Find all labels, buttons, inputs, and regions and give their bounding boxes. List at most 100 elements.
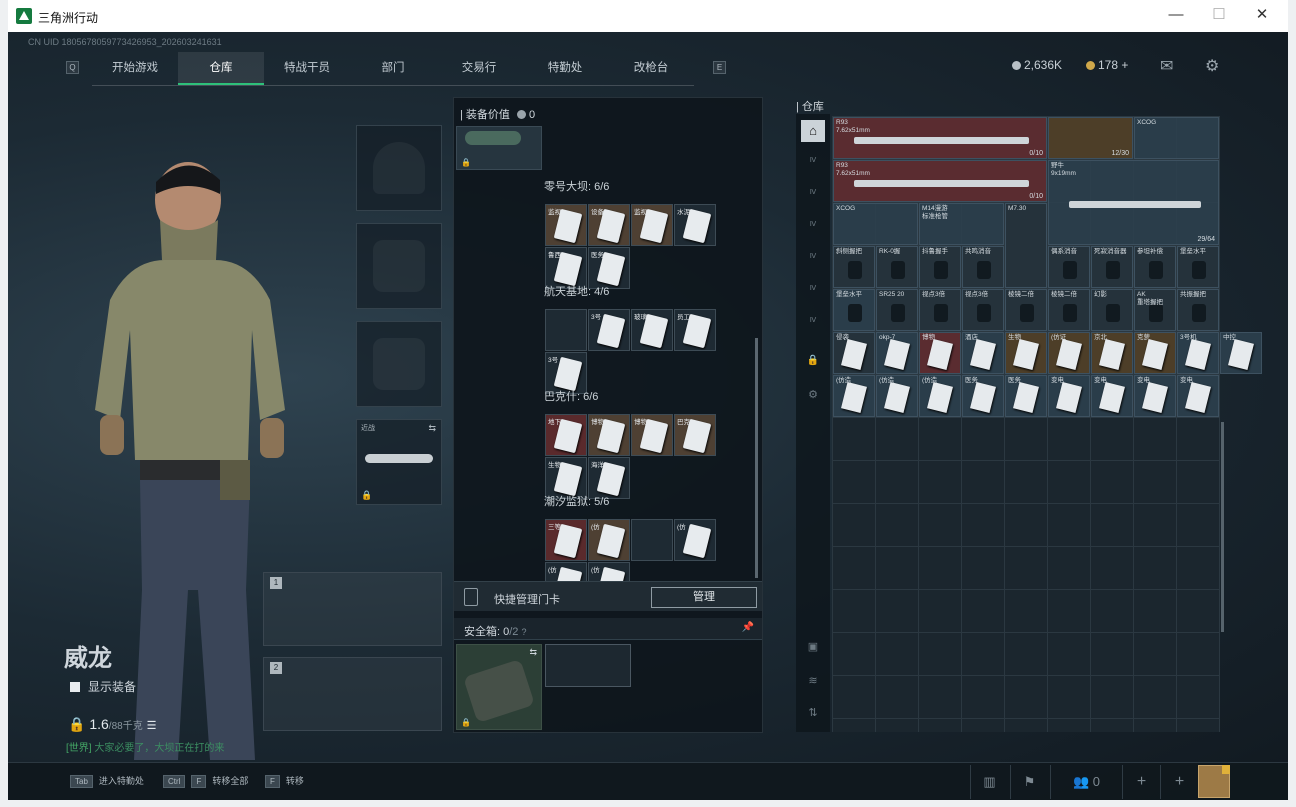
warehouse-item[interactable]: R93 7.62x51mm 0/10 — [833, 160, 1047, 202]
warehouse-item[interactable]: (仿造 — [833, 375, 875, 417]
warehouse-item[interactable]: 堡垒水平 — [1177, 246, 1219, 288]
warehouse-scrollbar[interactable] — [1221, 422, 1224, 632]
safe-box-container[interactable]: ⇆ 🔒 — [456, 644, 542, 730]
melee-slot[interactable]: 近战 ⇆ 🔒 — [356, 419, 442, 505]
warehouse-item[interactable]: 视点3倍 — [962, 289, 1004, 331]
swap-icon[interactable]: ⇆ — [428, 423, 436, 434]
keycard[interactable]: 三等 — [545, 519, 587, 561]
warehouse-item[interactable]: 堡垒水平 — [833, 289, 875, 331]
hint-tab[interactable]: Tab 进入特勤处 — [70, 774, 144, 788]
warehouse-item[interactable]: 克萝 — [1134, 332, 1176, 374]
warehouse-item[interactable]: XCOG — [1134, 117, 1219, 159]
warehouse-item[interactable]: (仿证 — [1048, 332, 1090, 374]
nav-next-key[interactable]: E — [713, 61, 726, 74]
add-party-button-1[interactable]: + — [1122, 765, 1160, 799]
list-icon[interactable]: ☰ — [147, 720, 157, 732]
warehouse-item[interactable]: (仿造 — [876, 375, 918, 417]
keycard[interactable]: 巴克 — [674, 414, 716, 456]
lock-icon[interactable]: 🔒 — [801, 350, 825, 372]
close-button[interactable]: ✕ — [1250, 4, 1274, 28]
chat-line[interactable]: [世界] 大家必要了，大坝正在打的来 — [66, 739, 224, 754]
tab-3[interactable]: 部门 — [350, 52, 436, 85]
gear-icon[interactable]: ⚙ — [1205, 56, 1219, 76]
warehouse-item[interactable]: 共振握把 — [1177, 289, 1219, 331]
keycard[interactable]: 监视 — [631, 204, 673, 246]
token-balance[interactable]: 178 + — [1086, 58, 1128, 72]
gear-icon[interactable]: ⚙ — [801, 384, 825, 406]
warehouse-item[interactable]: 3号机 — [1177, 332, 1219, 374]
keycard[interactable]: 玻璃 — [631, 309, 673, 351]
warehouse-item[interactable]: 博物 — [919, 332, 961, 374]
weapon-slot-2[interactable]: 2 — [263, 657, 442, 731]
warehouse-item[interactable]: AK 重塔握把 — [1134, 289, 1176, 331]
category-4-icon[interactable]: Ⅳ — [801, 246, 825, 268]
category-2-icon[interactable]: Ⅳ — [801, 182, 825, 204]
nav-prev-key[interactable]: Q — [66, 61, 79, 74]
keycard[interactable]: 员工 — [674, 309, 716, 351]
keycard[interactable]: 地下 — [545, 414, 587, 456]
coin-balance[interactable]: 2,636K — [1012, 58, 1062, 72]
warehouse-item[interactable]: 幻影 — [1091, 289, 1133, 331]
armor-slot[interactable] — [356, 223, 442, 309]
category-3-icon[interactable]: Ⅳ — [801, 214, 825, 236]
warehouse-item[interactable]: 抖鲁握手 — [919, 246, 961, 288]
warehouse-item[interactable]: 变电 — [1177, 375, 1219, 417]
add-party-button-2[interactable]: + — [1160, 765, 1198, 799]
keycard-case[interactable]: 🔒 — [456, 126, 542, 170]
manage-button[interactable]: 管理 — [651, 587, 757, 608]
warehouse-item[interactable]: 医务 — [1005, 375, 1047, 417]
warehouse-item[interactable]: 侵袭 — [833, 332, 875, 374]
keycard[interactable]: 监视 — [545, 204, 587, 246]
tab-5[interactable]: 特勤处 — [522, 52, 608, 85]
warehouse-item[interactable]: SR25 20 — [876, 289, 918, 331]
pistol-slot[interactable] — [356, 321, 442, 407]
warehouse-item[interactable]: 偶系消音 — [1048, 246, 1090, 288]
hint-transfer[interactable]: F 转移 — [265, 774, 304, 788]
pin-icon[interactable]: 📌 — [742, 622, 754, 633]
all-items-icon[interactable]: ⌂ — [801, 120, 825, 142]
warehouse-item[interactable]: 生物 — [1005, 332, 1047, 374]
warehouse-item[interactable]: XCOG — [833, 203, 918, 245]
keycard[interactable]: 博物 — [631, 414, 673, 456]
warehouse-item[interactable]: M14漫游 标准枪管 — [919, 203, 1004, 245]
keycard[interactable] — [631, 519, 673, 561]
warehouse-item[interactable]: 变电 — [1091, 375, 1133, 417]
warehouse-item[interactable]: 共鸣消音 — [962, 246, 1004, 288]
category-6-icon[interactable]: Ⅳ — [801, 310, 825, 332]
weapon-slot-1[interactable]: 1 — [263, 572, 442, 646]
organize-icon[interactable]: ▣ — [801, 636, 825, 658]
warehouse-item[interactable]: (仿造 — [919, 375, 961, 417]
keycard[interactable]: 博物 — [588, 414, 630, 456]
flag-icon[interactable]: ⚑ — [1010, 765, 1048, 799]
warehouse-item[interactable]: 12/30 — [1048, 117, 1133, 159]
hint-transfer-all[interactable]: Ctrl F 转移全部 — [163, 774, 248, 788]
keycard[interactable]: 设备 — [588, 204, 630, 246]
panel-scrollbar[interactable] — [755, 338, 758, 578]
warehouse-item[interactable]: 京北 — [1091, 332, 1133, 374]
friends-button[interactable]: 👥 0 — [1050, 765, 1122, 799]
warehouse-grid[interactable]: R93 7.62x51mm 0/10 12/30 XCOG R93 7.62x51mm 0… — [832, 116, 1262, 732]
tab-0[interactable]: 开始游戏 — [92, 52, 178, 85]
warehouse-item[interactable]: M7.30 — [1005, 203, 1047, 288]
tab-6[interactable]: 改枪台 — [608, 52, 694, 85]
warehouse-item[interactable]: 酒店 — [962, 332, 1004, 374]
warehouse-item[interactable]: 死寂消音器 — [1091, 246, 1133, 288]
safe-box-slot[interactable] — [545, 644, 631, 687]
warehouse-item[interactable]: 参坦补偿 — [1134, 246, 1176, 288]
warehouse-item[interactable]: 视点3倍 — [919, 289, 961, 331]
category-5-icon[interactable]: Ⅳ — [801, 278, 825, 300]
avatar[interactable] — [1198, 765, 1230, 798]
minimize-button[interactable]: — — [1164, 4, 1188, 28]
mail-icon[interactable]: ✉ — [1160, 56, 1173, 76]
maximize-button[interactable]: ☐ — [1207, 4, 1231, 28]
helmet-slot[interactable] — [356, 125, 442, 211]
tab-1[interactable]: 仓库 — [178, 52, 264, 85]
warehouse-item[interactable]: 中控 — [1220, 332, 1262, 374]
show-equipment-checkbox[interactable]: 显示装备 — [70, 678, 136, 695]
warehouse-item[interactable]: 棱镜二倍 — [1048, 289, 1090, 331]
warehouse-item[interactable]: 棱镜二倍 — [1005, 289, 1047, 331]
warehouse-item[interactable]: 野牛 9x19mm 29/64 — [1048, 160, 1219, 245]
checkbox-box[interactable] — [70, 682, 80, 692]
keycard[interactable] — [545, 309, 587, 351]
warehouse-item[interactable]: R93 7.62x51mm 0/10 — [833, 117, 1047, 159]
